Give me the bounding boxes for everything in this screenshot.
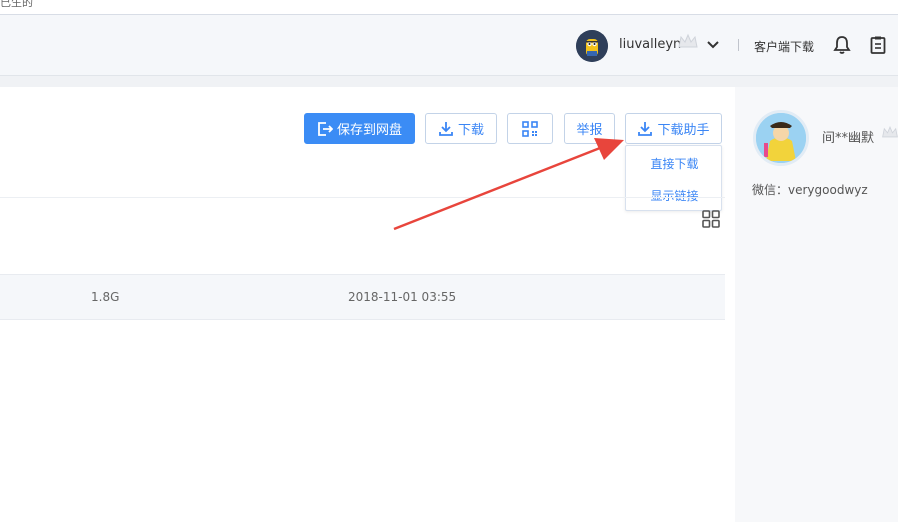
uploader-panel: 间**幽默 微信：verygoodwyz xyxy=(735,87,898,522)
username[interactable]: liuvalleyn xyxy=(619,37,681,52)
uploader-wechat: 微信：verygoodwyz xyxy=(752,183,868,197)
crown-icon xyxy=(678,33,698,48)
bell-icon[interactable] xyxy=(832,35,852,55)
save-to-disk-label: 保存到网盘 xyxy=(336,123,402,138)
divider-line xyxy=(0,197,725,198)
uploader-name: 间**幽默 xyxy=(822,131,875,146)
report-label: 举报 xyxy=(576,123,603,138)
download-label: 下载 xyxy=(457,123,484,138)
qrcode-icon xyxy=(522,120,538,137)
download-icon xyxy=(638,121,653,136)
browser-top-strip: 已生的 xyxy=(0,0,898,15)
download-button[interactable]: 下载 xyxy=(425,113,497,144)
download-helper-label: 下载助手 xyxy=(657,123,710,138)
header-divider xyxy=(738,39,739,51)
direct-download-item[interactable]: 直接下载 xyxy=(626,155,723,172)
cut-off-text: 已生的 xyxy=(0,0,33,9)
file-date: 2018-11-01 03:55 xyxy=(348,290,457,304)
clipboard-icon[interactable] xyxy=(868,35,888,55)
report-button[interactable]: 举报 xyxy=(564,113,615,144)
show-link-item[interactable]: 显示链接 xyxy=(626,187,723,204)
header-bar: liuvalleyn 客户端下载 xyxy=(0,15,898,76)
uploader-avatar[interactable] xyxy=(753,110,809,166)
qrcode-button[interactable] xyxy=(507,113,553,144)
crown-icon xyxy=(882,126,898,138)
download-icon xyxy=(439,121,453,136)
export-icon xyxy=(318,121,333,136)
file-row[interactable]: 1.8G 2018-11-01 03:55 xyxy=(0,274,725,320)
client-download-link[interactable]: 客户端下载 xyxy=(754,38,814,55)
download-helper-button[interactable]: 下载助手 xyxy=(625,113,722,144)
file-size: 1.8G xyxy=(91,290,120,304)
grid-view-icon[interactable] xyxy=(702,210,720,228)
user-avatar[interactable] xyxy=(576,30,608,62)
chevron-down-icon[interactable] xyxy=(706,38,720,52)
save-to-disk-button[interactable]: 保存到网盘 xyxy=(304,113,415,144)
download-helper-dropdown: 直接下载 显示链接 xyxy=(625,145,722,211)
main-content: 保存到网盘 下载 举报 下载助手 直接下载 显示链接 1.8G 2018-11-… xyxy=(0,87,735,522)
